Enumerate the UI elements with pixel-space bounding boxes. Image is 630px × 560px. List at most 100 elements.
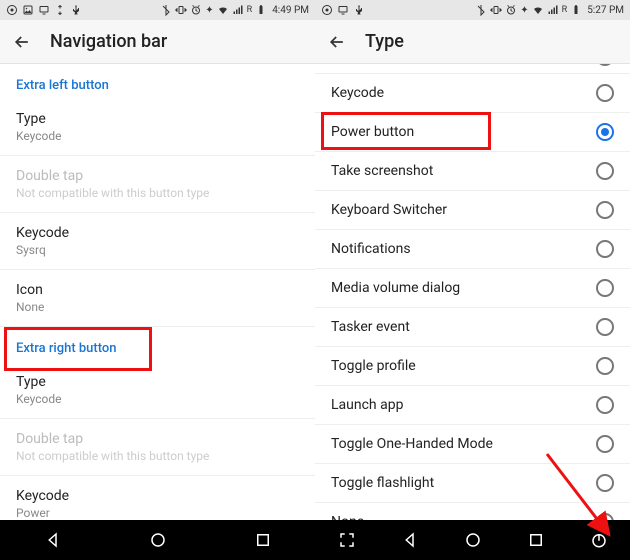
row-subtitle: Not compatible with this button type xyxy=(16,449,299,463)
radio-icon xyxy=(596,435,614,453)
type-option[interactable]: Tasker event xyxy=(315,308,630,347)
type-option[interactable]: Media volume dialog xyxy=(315,269,630,308)
nav-back-button[interactable] xyxy=(41,528,65,552)
type-option[interactable]: Keyboard Switcher xyxy=(315,191,630,230)
battery-icon xyxy=(255,4,267,16)
right-screenshot: ✦ R 5:27 PM Type Clipboard Keycode Power b… xyxy=(315,0,630,560)
row-title: Type xyxy=(16,111,299,127)
nav-recent-button[interactable] xyxy=(524,528,548,552)
nav-home-button[interactable] xyxy=(146,528,170,552)
nav-back-button[interactable] xyxy=(398,528,422,552)
monitor-icon xyxy=(38,4,50,16)
radio-icon xyxy=(596,201,614,219)
target-icon xyxy=(6,4,18,16)
option-label: Power button xyxy=(331,124,596,140)
option-label: Take screenshot xyxy=(331,163,596,179)
app-bar: Type xyxy=(315,20,630,64)
status-right-icons: ✦ R 5:27 PM xyxy=(475,4,624,16)
wifi-icon xyxy=(217,4,229,16)
square-recent-icon xyxy=(254,531,272,549)
row-subtitle: None xyxy=(16,300,299,314)
radio-icon xyxy=(596,474,614,492)
back-button[interactable] xyxy=(12,32,32,52)
star-icon: ✦ xyxy=(520,5,528,16)
row-doubletap-left: Double tap Not compatible with this butt… xyxy=(0,156,315,213)
option-label: Keyboard Switcher xyxy=(331,202,596,218)
type-option[interactable]: Keycode xyxy=(315,74,630,113)
row-subtitle: Keycode xyxy=(16,392,299,406)
triangle-back-icon xyxy=(44,531,62,549)
radio-icon xyxy=(596,162,614,180)
radio-icon xyxy=(596,84,614,102)
wifi-icon xyxy=(532,4,544,16)
type-option[interactable]: Toggle flashlight xyxy=(315,464,630,503)
status-left-icons xyxy=(321,4,365,16)
row-title: Icon xyxy=(16,282,299,298)
signal-icon xyxy=(547,4,559,16)
square-recent-icon xyxy=(527,531,545,549)
nav-bar xyxy=(0,520,315,560)
nav-home-button[interactable] xyxy=(461,528,485,552)
page-title: Type xyxy=(365,31,404,52)
type-option[interactable]: Power button xyxy=(315,113,630,152)
type-option[interactable]: Clipboard xyxy=(315,64,630,74)
bluetooth-icon xyxy=(475,4,487,16)
row-subtitle: Power xyxy=(16,506,299,520)
row-type-left[interactable]: Type Keycode xyxy=(0,99,315,156)
row-title: Type xyxy=(16,374,299,390)
row-title: Keycode xyxy=(16,225,299,241)
type-options-list[interactable]: Clipboard Keycode Power button Take screens… xyxy=(315,64,630,520)
nav-extra-left-button[interactable] xyxy=(335,528,359,552)
radio-icon xyxy=(596,240,614,258)
image-icon xyxy=(22,4,34,16)
radio-icon xyxy=(596,123,614,141)
left-screenshot: ✦ R 4:49 PM Navigation bar Extra left bu… xyxy=(0,0,315,560)
type-option[interactable]: Toggle profile xyxy=(315,347,630,386)
row-title: Double tap xyxy=(16,431,299,447)
type-option[interactable]: None xyxy=(315,503,630,520)
page-title: Navigation bar xyxy=(50,31,167,52)
option-label: Keycode xyxy=(331,85,596,101)
option-label: Launch app xyxy=(331,397,596,413)
row-keycode-left[interactable]: Keycode Sysrq xyxy=(0,213,315,270)
nav-recent-button[interactable] xyxy=(251,528,275,552)
status-left-icons xyxy=(6,4,82,16)
option-label: Toggle profile xyxy=(331,358,596,374)
back-button[interactable] xyxy=(327,32,347,52)
section-extra-left: Extra left button xyxy=(0,64,315,99)
option-label: Toggle flashlight xyxy=(331,475,596,491)
alarm-icon xyxy=(505,4,517,16)
option-label: Toggle One-Handed Mode xyxy=(331,436,596,452)
arrow-left-icon xyxy=(12,32,32,52)
row-subtitle: Sysrq xyxy=(16,243,299,257)
power-icon xyxy=(590,531,608,549)
row-doubletap-right: Double tap Not compatible with this butt… xyxy=(0,419,315,476)
type-option[interactable]: Take screenshot xyxy=(315,152,630,191)
triangle-back-icon xyxy=(401,531,419,549)
radio-icon xyxy=(596,357,614,375)
type-option[interactable]: Launch app xyxy=(315,386,630,425)
nav-bar xyxy=(315,520,630,560)
usb-icon xyxy=(70,4,82,16)
circle-home-icon xyxy=(464,531,482,549)
signal-label: R xyxy=(247,5,253,15)
vibrate-icon xyxy=(175,4,187,16)
radio-icon xyxy=(596,318,614,336)
row-type-right[interactable]: Type Keycode xyxy=(0,362,315,419)
type-option[interactable]: Notifications xyxy=(315,230,630,269)
row-subtitle: Not compatible with this button type xyxy=(16,186,299,200)
row-keycode-right[interactable]: Keycode Power xyxy=(0,476,315,520)
radio-icon xyxy=(596,396,614,414)
signal-icon xyxy=(232,4,244,16)
sync-icon xyxy=(54,4,66,16)
status-bar: ✦ R 5:27 PM xyxy=(315,0,630,20)
row-icon-left[interactable]: Icon None xyxy=(0,270,315,327)
status-bar: ✦ R 4:49 PM xyxy=(0,0,315,20)
clock: 4:49 PM xyxy=(272,5,309,16)
target-icon xyxy=(321,4,333,16)
type-option[interactable]: Toggle One-Handed Mode xyxy=(315,425,630,464)
arrow-left-icon xyxy=(327,32,347,52)
nav-extra-right-button[interactable] xyxy=(587,528,611,552)
clock: 5:27 PM xyxy=(587,5,624,16)
battery-icon xyxy=(570,4,582,16)
